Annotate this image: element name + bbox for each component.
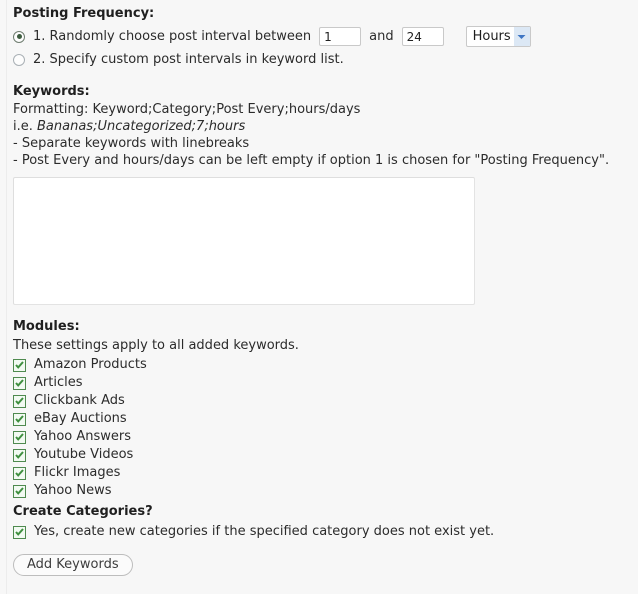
create-categories-row[interactable]: Yes, create new categories if the specif… (13, 523, 638, 541)
module-label-clickbank-ads: Clickbank Ads (34, 393, 125, 408)
module-label-articles: Articles (34, 375, 83, 390)
keywords-note-optional-fields: - Post Every and hours/days can be left … (13, 153, 610, 168)
modules-heading: Modules: (13, 319, 80, 334)
interval-conjunction: and (369, 29, 394, 44)
keywords-example-text: Bananas;Uncategorized;7;hours (37, 119, 246, 134)
module-row-youtube-videos[interactable]: Youtube Videos (13, 446, 638, 464)
checkbox-flickr-images[interactable] (13, 466, 26, 480)
radio-option-2[interactable] (13, 53, 25, 66)
posting-frequency-option-2-label: 2. Specify custom post intervals in keyw… (33, 51, 344, 67)
checkbox-articles[interactable] (13, 376, 26, 390)
keywords-note-linebreaks: - Separate keywords with linebreaks (13, 136, 250, 151)
module-label-youtube-videos: Youtube Videos (34, 447, 134, 462)
keywords-example-prefix: i.e. (13, 119, 38, 134)
module-row-ebay-auctions[interactable]: eBay Auctions (13, 410, 638, 428)
module-label-yahoo-news: Yahoo News (34, 483, 112, 498)
module-label-amazon-products: Amazon Products (34, 357, 147, 372)
settings-form: Posting Frequency: 1. Randomly choose po… (13, 0, 638, 594)
checkbox-clickbank-ads[interactable] (13, 394, 26, 408)
module-row-yahoo-answers[interactable]: Yahoo Answers (13, 428, 638, 446)
checkbox-ebay-auctions[interactable] (13, 412, 26, 426)
checkbox-youtube-videos[interactable] (13, 448, 26, 462)
module-row-amazon-products[interactable]: Amazon Products (13, 356, 638, 374)
posting-frequency-option-2[interactable]: 2. Specify custom post intervals in keyw… (13, 48, 638, 71)
keywords-textarea[interactable] (13, 177, 475, 305)
module-label-flickr-images: Flickr Images (34, 465, 121, 480)
keywords-formatting-line: Formatting: Keyword;Category;Post Every;… (13, 102, 361, 117)
checkbox-yahoo-answers[interactable] (13, 430, 26, 444)
module-row-yahoo-news[interactable]: Yahoo News (13, 482, 638, 500)
min-interval-input[interactable] (319, 27, 362, 46)
checkbox-amazon-products[interactable] (13, 358, 26, 372)
posting-frequency-option-1[interactable]: 1. Randomly choose post interval between… (13, 25, 638, 48)
modules-description: These settings apply to all added keywor… (13, 338, 299, 353)
keywords-example-line: i.e. Bananas;Uncategorized;7;hours (13, 118, 638, 135)
module-label-yahoo-answers: Yahoo Answers (34, 429, 132, 444)
add-keywords-button[interactable]: Add Keywords (13, 554, 133, 576)
interval-unit-value: Hours (472, 29, 511, 44)
max-interval-input[interactable] (401, 27, 444, 46)
chevron-down-icon[interactable] (513, 27, 530, 46)
page-left-rule (6, 0, 7, 594)
keywords-heading: Keywords: (13, 84, 90, 99)
posting-frequency-option-1-label: 1. Randomly choose post interval between (33, 28, 312, 44)
module-label-ebay-auctions: eBay Auctions (34, 411, 127, 426)
module-row-flickr-images[interactable]: Flickr Images (13, 464, 638, 482)
checkbox-create-categories[interactable] (13, 525, 26, 539)
create-categories-heading: Create Categories? (13, 504, 153, 519)
module-row-articles[interactable]: Articles (13, 374, 638, 392)
create-categories-label: Yes, create new categories if the specif… (34, 524, 495, 539)
checkbox-yahoo-news[interactable] (13, 484, 26, 498)
interval-unit-select[interactable]: Hours (465, 26, 531, 47)
module-row-clickbank-ads[interactable]: Clickbank Ads (13, 392, 638, 410)
posting-frequency-heading: Posting Frequency: (13, 6, 155, 21)
radio-option-1[interactable] (13, 30, 25, 43)
